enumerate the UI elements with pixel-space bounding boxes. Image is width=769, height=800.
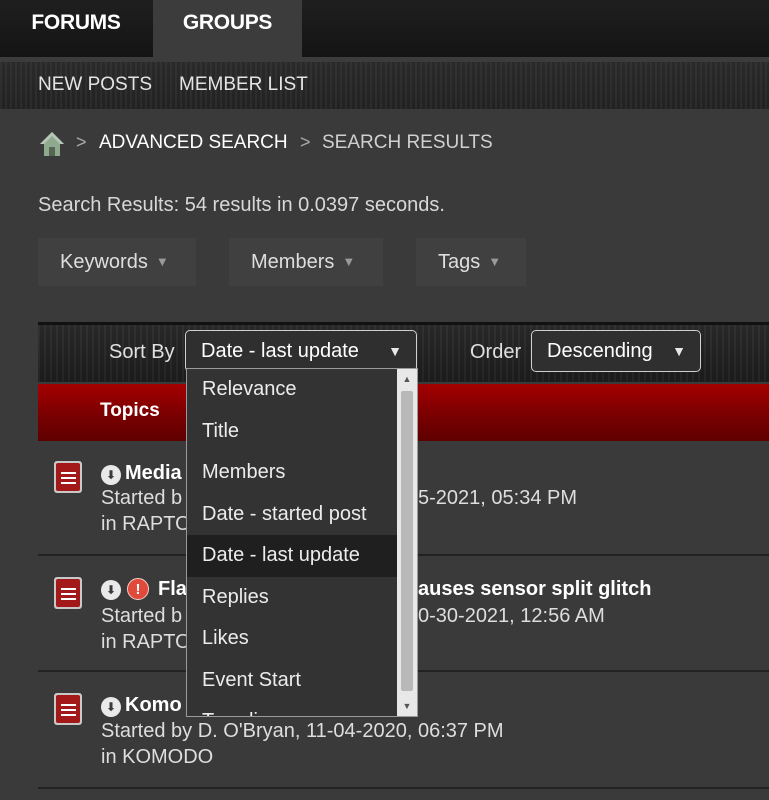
keywords-filter-button[interactable]: Keywords ▼ (38, 238, 196, 286)
sort-by-select[interactable]: Date - last update ▼ (185, 330, 417, 372)
top-nav: FORUMS GROUPS (0, 0, 769, 57)
breadcrumb-search-results: SEARCH RESULTS (322, 132, 493, 153)
sort-option-relevance[interactable]: Relevance (187, 369, 398, 411)
scroll-down-icon[interactable]: ▼ (397, 696, 417, 716)
sort-option-date-last-update[interactable]: Date - last update (187, 535, 398, 577)
document-icon (54, 693, 82, 725)
topic-forum[interactable]: in RAPTO (101, 631, 191, 654)
order-label: Order (470, 341, 522, 363)
topic-forum[interactable]: in KOMODO (101, 746, 213, 769)
tags-filter-button[interactable]: Tags ▼ (416, 238, 526, 286)
triangle-down-icon: ▼ (672, 343, 686, 359)
topic-started-by: Started b (101, 605, 183, 627)
sort-option-members[interactable]: Members (187, 452, 398, 494)
triangle-down-icon: ▼ (342, 254, 356, 269)
new-posts-link[interactable]: NEW POSTS (38, 62, 152, 108)
breadcrumb-advanced-search[interactable]: ADVANCED SEARCH (99, 132, 288, 154)
sort-option-likes[interactable]: Likes (187, 618, 398, 660)
alert-icon: ! (127, 578, 149, 600)
tags-filter-label: Tags (438, 251, 481, 273)
results-summary: Search Results: 54 results in 0.0397 sec… (38, 194, 445, 216)
sort-by-dropdown[interactable]: Relevance Title Members Date - started p… (186, 368, 418, 717)
chevron-down-circle-icon[interactable]: ⬇ (101, 580, 121, 600)
sort-option-trending[interactable]: Trending (187, 701, 398, 716)
topics-title: Topics (100, 400, 160, 421)
topic-started-by: Started b (101, 487, 183, 509)
document-icon (54, 577, 82, 609)
triangle-down-icon: ▼ (488, 254, 502, 269)
sort-by-value: Date - last update (201, 340, 359, 362)
member-list-link[interactable]: MEMBER LIST (179, 62, 308, 108)
breadcrumb-separator: > (76, 132, 87, 152)
members-filter-label: Members (251, 251, 335, 273)
triangle-down-icon: ▼ (388, 343, 402, 359)
topic-title-tail[interactable]: auses sensor split glitch (418, 578, 651, 601)
sub-nav: NEW POSTS MEMBER LIST (0, 57, 769, 109)
scroll-up-icon[interactable]: ▲ (397, 369, 417, 389)
topic-title[interactable]: Media (125, 462, 182, 485)
dropdown-scrollbar[interactable]: ▲ ▼ (397, 369, 417, 716)
sort-option-date-started[interactable]: Date - started post (187, 494, 398, 536)
order-select[interactable]: Descending ▼ (531, 330, 701, 372)
chevron-down-circle-icon[interactable]: ⬇ (101, 465, 121, 485)
sort-option-title[interactable]: Title (187, 411, 398, 453)
order-value: Descending (547, 340, 653, 362)
home-icon[interactable] (38, 130, 66, 158)
breadcrumb-separator: > (300, 132, 311, 152)
topic-title[interactable]: Komo (125, 694, 182, 717)
sort-option-event-start[interactable]: Event Start (187, 660, 398, 702)
members-filter-button[interactable]: Members ▼ (229, 238, 383, 286)
chevron-down-circle-icon[interactable]: ⬇ (101, 697, 121, 717)
topic-started-date: 5-2021, 05:34 PM (418, 487, 577, 509)
topic-forum[interactable]: in RAPTO (101, 513, 191, 536)
sort-option-replies[interactable]: Replies (187, 577, 398, 619)
triangle-down-icon: ▼ (155, 254, 169, 269)
topic-title[interactable]: Fla (158, 578, 187, 601)
sort-by-options: Relevance Title Members Date - started p… (187, 369, 398, 716)
document-icon (54, 461, 82, 493)
topic-started-by: Started by D. O'Bryan, 11-04-2020, 06:37… (101, 720, 504, 742)
keywords-filter-label: Keywords (60, 251, 148, 273)
scrollbar-thumb[interactable] (401, 391, 413, 691)
tab-forums[interactable]: FORUMS (0, 0, 152, 57)
topic-started-date: 0-30-2021, 12:56 AM (418, 605, 605, 627)
sort-by-label: Sort By (109, 341, 175, 363)
tab-groups[interactable]: GROUPS (153, 0, 302, 57)
